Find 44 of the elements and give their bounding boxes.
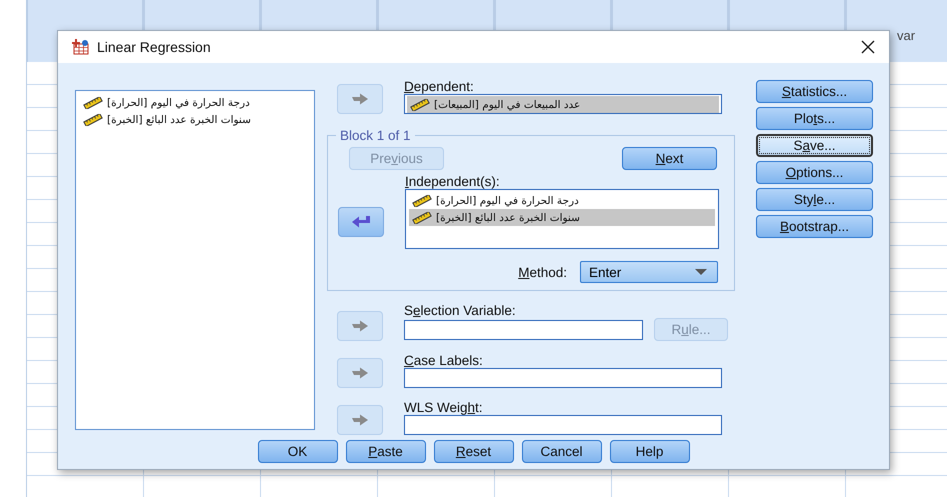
variable-item[interactable]: درجة الحرارة في اليوم [الحرارة] (80, 94, 310, 111)
field-label: WLS Weight: (404, 400, 484, 415)
left-arrow-icon (351, 214, 371, 228)
ruler-icon (412, 194, 432, 206)
independent-list[interactable]: درجة الحرارة في اليوم [الحرارة] سنوات الخبرة عدد البائع [الخبرة] (405, 189, 719, 249)
ruler-icon (83, 96, 103, 108)
group-title: Block 1 of 1 (339, 128, 412, 143)
table-icon (71, 39, 89, 55)
right-arrow-icon (351, 414, 369, 426)
method-dropdown[interactable]: Enter (580, 261, 718, 283)
field-label: Dependent: (404, 79, 475, 94)
dialog-button[interactable]: Reset (434, 440, 514, 463)
variable-item[interactable]: سنوات الخبرة عدد البائع [الخبرة] (80, 111, 310, 128)
dialog-button[interactable]: Save... (756, 134, 873, 157)
dialog-button[interactable]: Help (610, 440, 690, 463)
ruler-icon (412, 212, 432, 224)
right-arrow-icon (351, 93, 369, 105)
field-label: Independent(s): (405, 174, 501, 189)
right-arrow-icon (351, 367, 369, 379)
variable-item[interactable]: درجة الحرارة في اليوم [الحرارة] (409, 192, 715, 209)
field-label: Selection Variable: (404, 303, 517, 318)
case-labels-field[interactable] (404, 368, 722, 388)
dialog-button[interactable]: Cancel (522, 440, 602, 463)
dialog-button[interactable]: Style... (756, 188, 873, 211)
dialog-button[interactable]: Statistics... (756, 80, 873, 103)
dialog-button[interactable]: Plots... (756, 107, 873, 130)
dialog-button[interactable]: OK (258, 440, 338, 463)
ruler-icon (410, 98, 430, 110)
dropdown-value: Enter (589, 264, 622, 280)
wls-weight-field[interactable] (404, 415, 722, 435)
dialog-button[interactable]: Paste (346, 440, 426, 463)
selection-field[interactable] (404, 320, 643, 340)
caret-icon (695, 269, 707, 275)
dialog-button[interactable]: Bootstrap... (756, 215, 873, 238)
variable-item[interactable]: سنوات الخبرة عدد البائع [الخبرة] (409, 209, 715, 226)
close-icon[interactable] (861, 40, 875, 54)
window-title: Linear Regression (97, 39, 212, 55)
method-label: Method: (518, 264, 567, 280)
dialog-button[interactable]: Options... (756, 161, 873, 184)
next-button[interactable]: Next (622, 147, 717, 170)
ruler-icon (83, 114, 103, 126)
right-arrow-icon (351, 320, 369, 332)
move-button[interactable] (338, 206, 384, 236)
field-label: Case Labels: (404, 353, 484, 368)
